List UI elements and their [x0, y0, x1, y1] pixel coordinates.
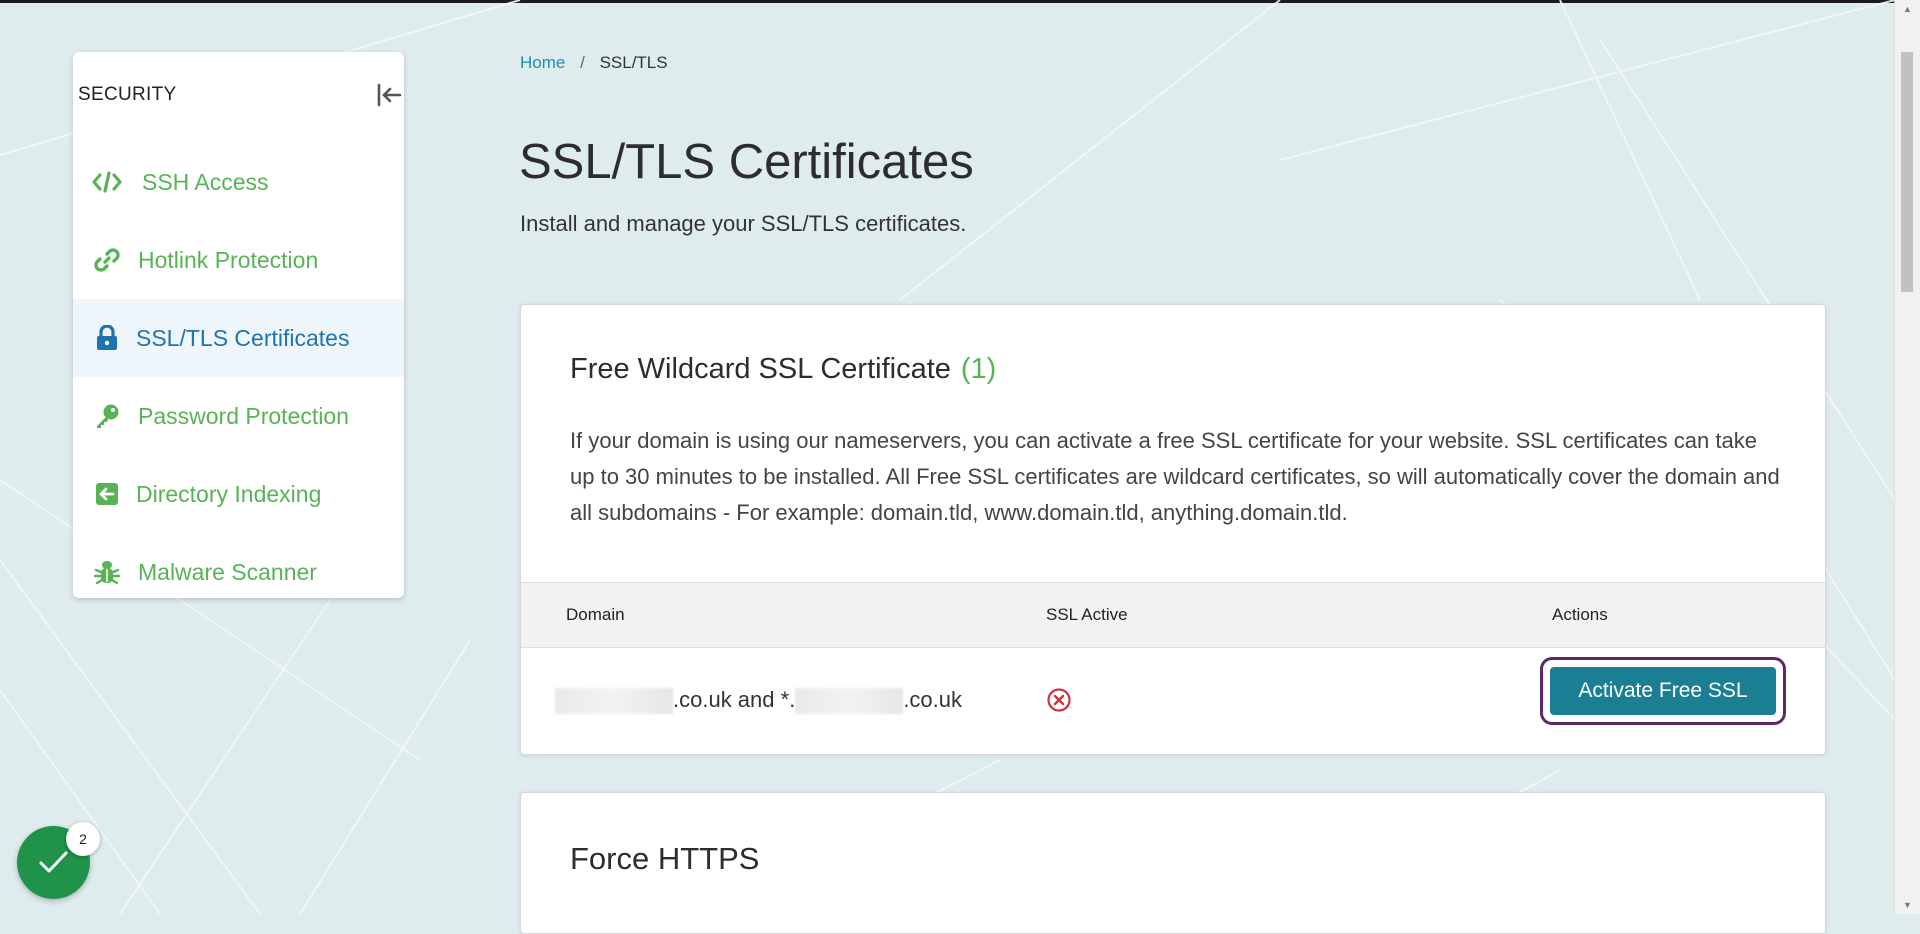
activate-free-ssl-button[interactable]: Activate Free SSL	[1550, 667, 1776, 715]
redacted-domain	[555, 688, 673, 715]
table-header: Domain SSL Active Actions	[521, 582, 1825, 648]
table-row: .co.uk and *. .co.uk Activate Free SSL	[521, 647, 1825, 753]
scroll-up-arrow-icon[interactable]: ▲	[1895, 0, 1920, 18]
ssl-inactive-x-circle-icon	[1046, 687, 1072, 713]
activate-button-focus-ring: Activate Free SSL	[1540, 657, 1786, 725]
sidebar-title: SECURITY	[78, 84, 177, 105]
bug-icon	[92, 557, 122, 587]
domain-cell: .co.uk and *. .co.uk	[555, 687, 963, 715]
security-sidebar: SECURITY SSH Access Hotlink Protection S…	[73, 52, 404, 598]
sidebar-item-label: SSH Access	[142, 168, 269, 195]
free-ssl-title-text: Free Wildcard SSL Certificate	[570, 353, 951, 385]
checkmark-icon	[39, 851, 68, 873]
lock-icon	[92, 323, 122, 353]
free-ssl-card: Free Wildcard SSL Certificate (1) If your…	[520, 304, 1826, 755]
domain-text-part1: .co.uk and *.	[673, 687, 796, 712]
sidebar-item-label: SSL/TLS Certificates	[136, 324, 350, 351]
arrow-left-square-icon	[92, 479, 122, 509]
redacted-domain	[795, 688, 904, 715]
key-icon	[92, 401, 122, 431]
sidebar-item-label: Malware Scanner	[138, 558, 317, 585]
force-https-card: Force HTTPS	[520, 792, 1826, 934]
sidebar-item-label: Password Protection	[138, 402, 349, 429]
sidebar-item-ssl-tls-certificates[interactable]: SSL/TLS Certificates	[73, 299, 404, 377]
tasks-count-badge: 2	[66, 822, 100, 856]
column-header-actions: Actions	[1552, 605, 1608, 624]
breadcrumb-current: SSL/TLS	[599, 53, 668, 72]
link-icon	[92, 245, 122, 275]
page-scrollbar[interactable]: ▲ ▼	[1894, 0, 1920, 914]
force-https-title: Force HTTPS	[570, 841, 760, 876]
free-ssl-description: If your domain is using our nameservers,…	[570, 428, 1780, 525]
sidebar-item-ssh-access[interactable]: SSH Access	[73, 143, 404, 221]
sidebar-item-label: Directory Indexing	[136, 480, 322, 507]
column-header-ssl-active: SSL Active	[1046, 605, 1128, 624]
domain-text-part2: .co.uk	[903, 687, 963, 712]
breadcrumb-separator: /	[580, 53, 585, 72]
scrollbar-thumb[interactable]	[1901, 52, 1913, 292]
column-header-domain: Domain	[566, 605, 625, 624]
sidebar-item-malware-scanner[interactable]: Malware Scanner	[73, 533, 404, 611]
breadcrumb-home-link[interactable]: Home	[520, 53, 565, 72]
sidebar-item-hotlink-protection[interactable]: Hotlink Protection	[73, 221, 404, 299]
scroll-down-arrow-icon[interactable]: ▼	[1895, 896, 1920, 914]
free-ssl-count: (1)	[960, 353, 997, 385]
code-icon	[92, 167, 122, 197]
collapse-sidebar-icon[interactable]	[374, 80, 404, 110]
breadcrumb: Home / SSL/TLS	[520, 53, 668, 73]
sidebar-item-directory-indexing[interactable]: Directory Indexing	[73, 455, 404, 533]
sidebar-item-label: Hotlink Protection	[138, 246, 319, 273]
page-subtitle: Install and manage your SSL/TLS certific…	[520, 211, 967, 236]
page-title: SSL/TLS Certificates	[519, 135, 974, 189]
free-ssl-card-title: Free Wildcard SSL Certificate (1)	[570, 353, 996, 386]
sidebar-item-password-protection[interactable]: Password Protection	[73, 377, 404, 455]
sidebar-header: SECURITY	[78, 80, 404, 108]
